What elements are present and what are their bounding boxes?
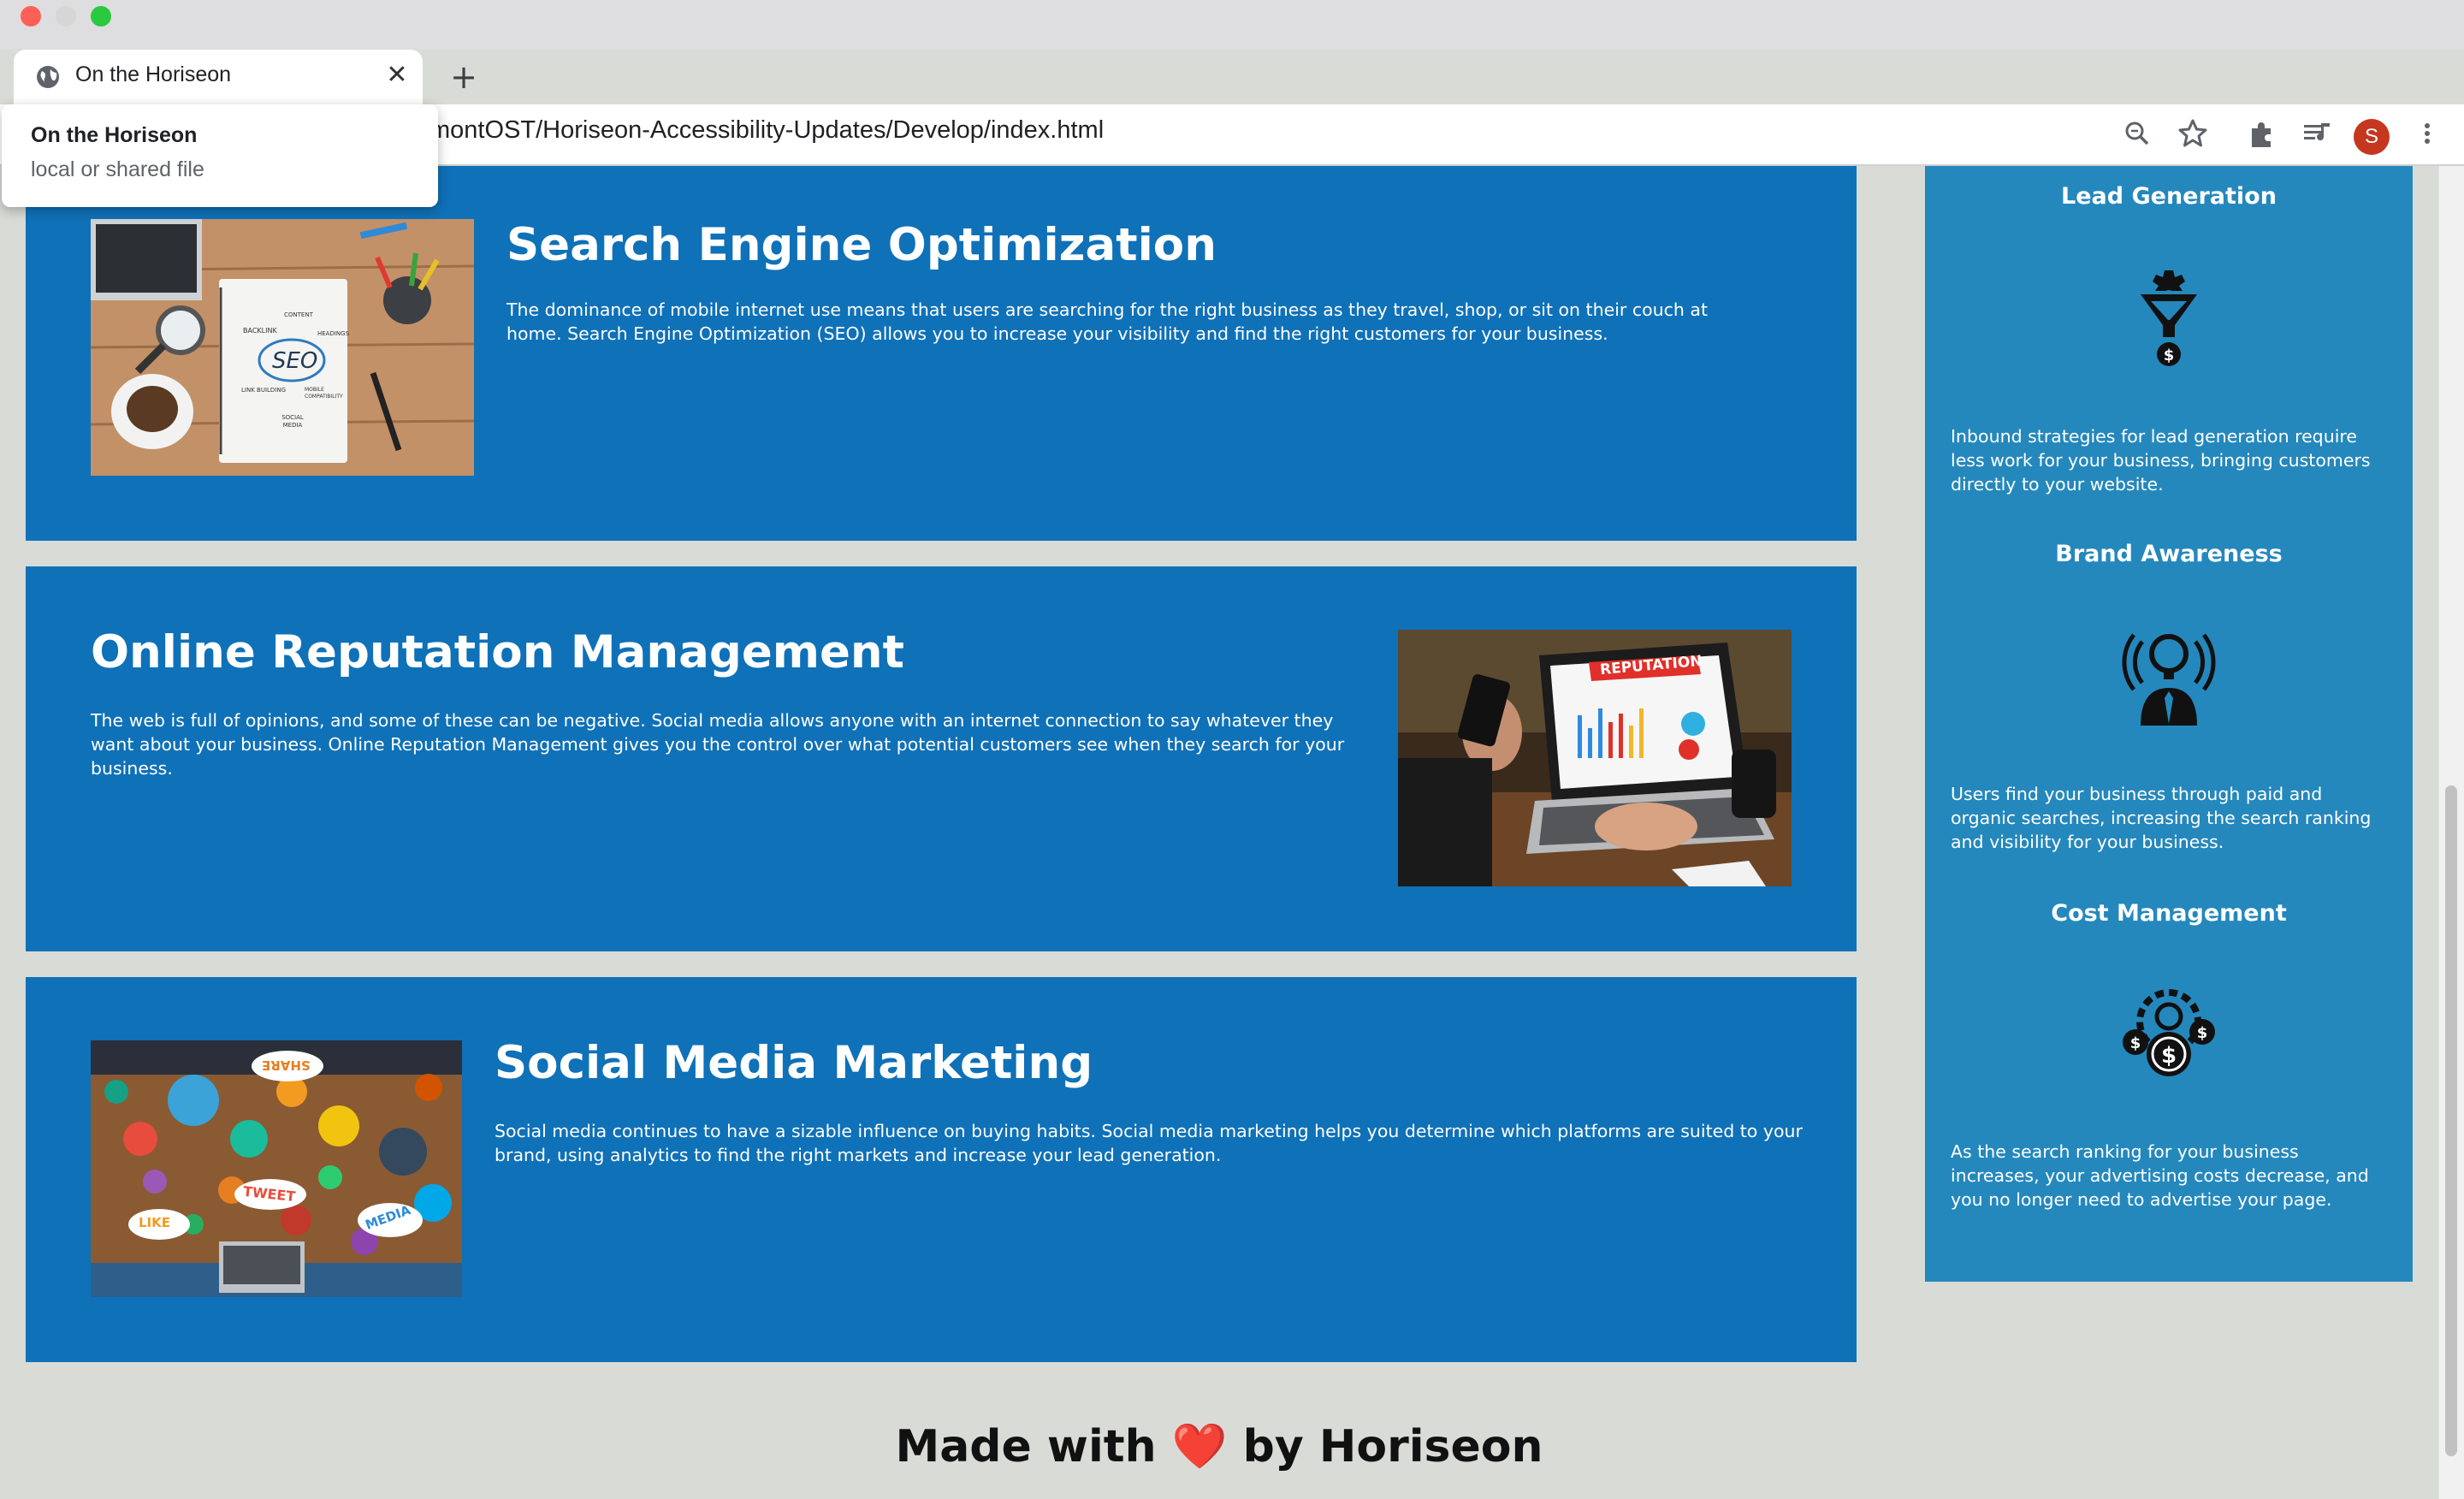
seo-image-label-seo: SEO bbox=[272, 348, 318, 374]
new-tab-button[interactable]: + bbox=[447, 60, 481, 94]
section-title: Online Reputation Management bbox=[91, 626, 904, 678]
footer-made-with: Made with bbox=[895, 1421, 1157, 1472]
profile-avatar[interactable]: S bbox=[2354, 119, 2390, 155]
page-scrollbar-thumb[interactable] bbox=[2445, 785, 2457, 1456]
section-social-media-marketing: SHARE TWEET LIKE MEDIA Social Media Mark… bbox=[26, 977, 1857, 1362]
seo-image-label-social-media: SOCIAL MEDIA bbox=[281, 414, 304, 429]
svg-text:$: $ bbox=[2161, 1043, 2177, 1069]
reputation-image: REPUTATION bbox=[1398, 630, 1792, 886]
benefits-sidebar: Lead Generation $ Inbound strategies for… bbox=[1925, 166, 2413, 1282]
window-maximize-button[interactable] bbox=[91, 6, 111, 27]
benefit-text-brand-awareness: Users find your business through paid an… bbox=[1951, 784, 2372, 852]
cost-gear-icon: $ $ $ bbox=[2123, 989, 2215, 1076]
section-title: Social Media Marketing bbox=[495, 1037, 1093, 1089]
section-text: The dominance of mobile internet use mea… bbox=[506, 299, 1709, 344]
section-text: Social media continues to have a sizable… bbox=[495, 1121, 1803, 1165]
smm-image-label-share: SHARE bbox=[262, 1058, 311, 1073]
browser-tab[interactable]: On the Horiseon ✕ bbox=[14, 50, 423, 104]
window-minimize-button[interactable] bbox=[56, 6, 76, 27]
window-close-button[interactable] bbox=[21, 6, 41, 27]
extensions-icon[interactable] bbox=[2245, 116, 2279, 151]
seo-image-label-mobile: MOBILE COMPATIBILITY bbox=[305, 387, 343, 400]
seo-image-label-headings: HEADINGS bbox=[317, 330, 350, 337]
benefit-title-lead-generation: Lead Generation bbox=[2061, 183, 2277, 210]
window-titlebar bbox=[0, 0, 2464, 50]
tab-title: On the Horiseon bbox=[75, 62, 232, 86]
heart-icon: ❤️ bbox=[1171, 1421, 1228, 1472]
svg-text:$: $ bbox=[2130, 1034, 2141, 1052]
svg-text:$: $ bbox=[2164, 347, 2175, 364]
benefit-text-lead-generation: Inbound strategies for lead generation r… bbox=[1951, 426, 2371, 495]
tab-close-icon[interactable]: ✕ bbox=[382, 60, 412, 91]
section-online-reputation-management: Online Reputation Management The web is … bbox=[26, 566, 1857, 951]
globe-icon bbox=[37, 66, 59, 88]
lead-funnel-icon: $ bbox=[2141, 270, 2197, 366]
footer-by-horiseon: by Horiseon bbox=[1242, 1421, 1543, 1472]
section-title: Search Engine Optimization bbox=[506, 219, 1217, 271]
benefit-title-brand-awareness: Brand Awareness bbox=[2055, 541, 2283, 567]
media-control-icon[interactable] bbox=[2300, 116, 2334, 151]
benefit-title-cost-management: Cost Management bbox=[2051, 900, 2287, 927]
star-icon[interactable] bbox=[2176, 116, 2210, 151]
brand-lightbulb-icon bbox=[2122, 633, 2216, 726]
seo-image-label-backlink: BACKLINK bbox=[243, 327, 277, 335]
seo-image: CONTENT BACKLINK HEADINGS SEO LINK BUILD… bbox=[91, 219, 474, 476]
seo-image-label-content: CONTENT bbox=[284, 311, 313, 318]
hover-card-subtitle: local or shared file bbox=[31, 157, 204, 181]
more-menu-icon[interactable] bbox=[2410, 116, 2444, 151]
zoom-icon[interactable] bbox=[2120, 116, 2154, 151]
seo-image-label-link-building: LINK BUILDING bbox=[241, 387, 287, 394]
benefit-text-cost-management: As the search ranking for your business … bbox=[1951, 1141, 2369, 1210]
smm-image-label-like: LIKE bbox=[139, 1215, 171, 1230]
tab-hover-card: On the Horiseon local or shared file bbox=[2, 104, 438, 207]
social-media-image: SHARE TWEET LIKE MEDIA bbox=[91, 1040, 462, 1297]
address-bar[interactable]: montOST/Horiseon-Accessibility-Updates/D… bbox=[429, 116, 1104, 145]
section-search-engine-optimization: CONTENT BACKLINK HEADINGS SEO LINK BUILD… bbox=[26, 166, 1857, 541]
hover-card-title: On the Horiseon bbox=[31, 123, 198, 147]
section-text: The web is full of opinions, and some of… bbox=[91, 710, 1345, 779]
svg-text:$: $ bbox=[2197, 1024, 2208, 1042]
page-footer: Made with ❤️ by Horiseon bbox=[0, 1420, 2438, 1472]
